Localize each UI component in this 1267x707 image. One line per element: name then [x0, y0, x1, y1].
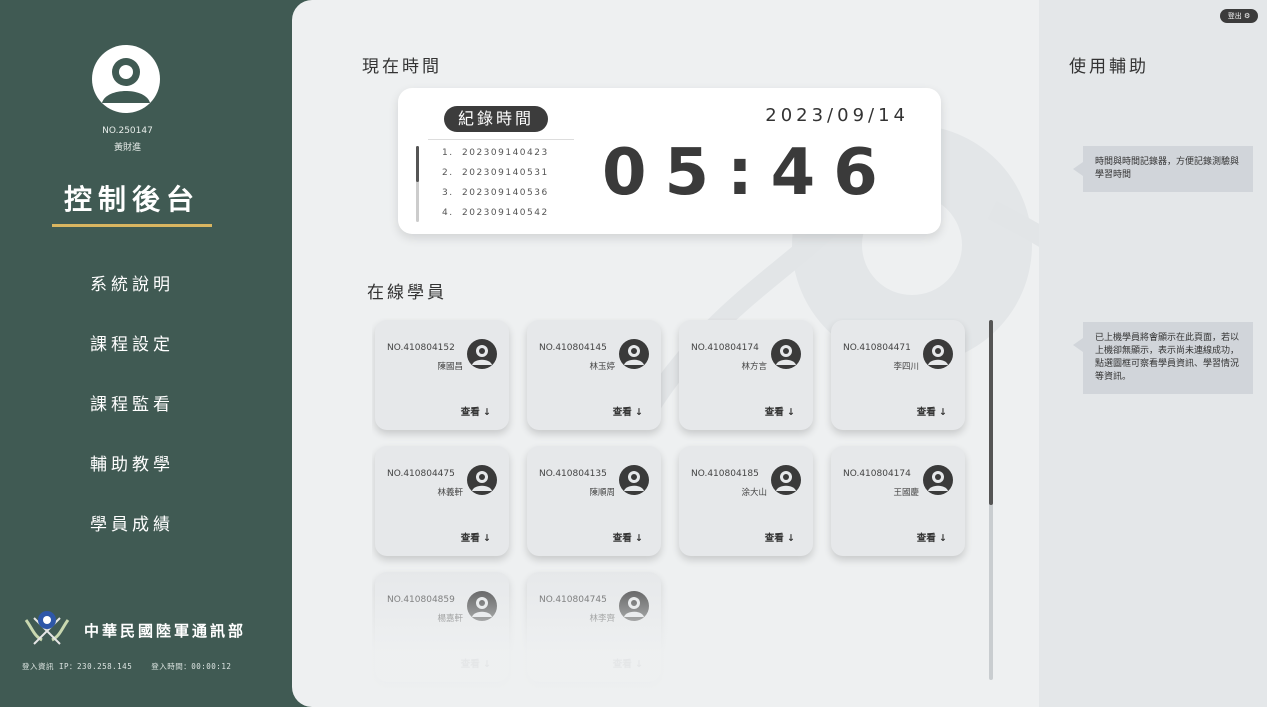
- login-info: 登入資訊 IP：230.258.145 登入時間：00:00:12: [22, 661, 245, 672]
- records-list: 1. 202309140423 2. 202309140531 3. 20230914…: [442, 148, 549, 228]
- sidebar-item-system-guide[interactable]: 系統說明: [52, 258, 212, 318]
- student-name: 王國慶: [893, 488, 919, 498]
- sidebar-item-course-monitor[interactable]: 課程監看: [52, 378, 212, 438]
- student-name: 林方言: [741, 362, 767, 372]
- title-underline: [52, 224, 212, 227]
- student-avatar-icon: [923, 339, 953, 369]
- students-scrollbar-thumb[interactable]: [989, 320, 993, 505]
- sidebar: NO.250147 黃財進 控制後台 系統說明 課程設定 課程監看 輔助教學 學…: [0, 0, 300, 707]
- list-item: 1. 202309140423: [442, 148, 549, 168]
- student-avatar-icon: [467, 591, 497, 621]
- record-value: 202309140542: [462, 208, 549, 218]
- record-index: 4.: [442, 208, 454, 218]
- record-index: 3.: [442, 188, 454, 198]
- login-ip: 登入資訊 IP：230.258.145: [22, 662, 133, 671]
- students-section-title: 在線學員: [367, 283, 447, 303]
- view-button[interactable]: 查看 ↓: [461, 404, 491, 418]
- student-card[interactable]: NO.410804471 李四川查看 ↓: [831, 320, 965, 430]
- list-item: 3. 202309140536: [442, 188, 549, 208]
- students-grid: NO.410804152 陳國昌 查看 ↓ NO.410804145 林玉婷 查看 ↓ NO…: [372, 318, 982, 688]
- student-card[interactable]: NO.410804145 林玉婷查看 ↓: [527, 320, 661, 430]
- student-avatar-icon: [467, 465, 497, 495]
- student-avatar-icon: [467, 339, 497, 369]
- students-scrollbar[interactable]: [989, 320, 993, 680]
- list-item: 2. 202309140531: [442, 168, 549, 188]
- records-scrollbar-thumb[interactable]: [416, 146, 419, 182]
- view-button[interactable]: 查看 ↓: [917, 530, 947, 544]
- student-card[interactable]: NO.410804135 陳順周查看 ↓: [527, 446, 661, 556]
- clock-date: 2023/09/14: [765, 105, 909, 126]
- main-panel: 現在時間 紀錄時間 1. 202309140423 2. 202309140531 …: [292, 0, 1267, 707]
- record-value: 202309140531: [462, 168, 549, 178]
- student-number: NO.410804745: [539, 595, 607, 605]
- record-value: 202309140536: [462, 188, 549, 198]
- student-name: 陳順周: [589, 488, 615, 498]
- student-avatar-icon: [923, 465, 953, 495]
- divider: [428, 139, 574, 140]
- student-number: NO.410804185: [691, 469, 759, 479]
- org-block: 中華民國陸軍通訊部: [22, 610, 246, 650]
- view-button[interactable]: 查看 ↓: [461, 530, 491, 544]
- clock-card: 紀錄時間 1. 202309140423 2. 202309140531 3. 202…: [398, 88, 941, 234]
- student-avatar-icon: [619, 465, 649, 495]
- student-name: 李四川: [893, 362, 919, 372]
- student-number: NO.410804471: [843, 343, 911, 353]
- clock-time: 05:46: [602, 136, 896, 210]
- record-value: 202309140423: [462, 148, 549, 158]
- student-number: NO.410804174: [843, 469, 911, 479]
- help-tip-students: 已上機學員將會顯示在此頁面，若以上機卻無顯示，表示尚未連線成功，點選圖框可察看學…: [1073, 322, 1253, 394]
- login-time: 登入時間：00:00:12: [151, 662, 232, 671]
- list-item: 4. 202309140542: [442, 208, 549, 228]
- student-name: 陳國昌: [437, 362, 463, 372]
- sidebar-nav: 系統說明 課程設定 課程監看 輔助教學 學員成績: [52, 258, 212, 558]
- view-button[interactable]: 查看 ↓: [917, 404, 947, 418]
- student-card[interactable]: NO.410804174 林方言查看 ↓: [679, 320, 813, 430]
- view-button[interactable]: 查看 ↓: [613, 404, 643, 418]
- student-number: NO.410804145: [539, 343, 607, 353]
- logout-button[interactable]: 登出 ⚙: [1220, 9, 1258, 23]
- user-number: NO.250147: [102, 126, 153, 136]
- view-button[interactable]: 查看 ↓: [765, 530, 795, 544]
- clock-section-title: 現在時間: [362, 57, 442, 77]
- records-scrollbar[interactable]: [416, 146, 419, 222]
- student-number: NO.410804859: [387, 595, 455, 605]
- student-number: NO.410804135: [539, 469, 607, 479]
- student-card[interactable]: NO.410804475 林義軒查看 ↓: [375, 446, 509, 556]
- help-title: 使用輔助: [1069, 57, 1149, 77]
- student-card[interactable]: NO.410804745 林李齊查看 ↓: [527, 572, 661, 682]
- student-name: 林義軒: [437, 488, 463, 498]
- record-index: 1.: [442, 148, 454, 158]
- console-title: 控制後台: [63, 183, 200, 216]
- view-button[interactable]: 查看 ↓: [765, 404, 795, 418]
- student-name: 林玉婷: [589, 362, 615, 372]
- record-time-badge[interactable]: 紀錄時間: [444, 106, 548, 132]
- student-name: 林李齊: [589, 614, 615, 624]
- view-button[interactable]: 查看 ↓: [613, 530, 643, 544]
- user-avatar-icon: [92, 45, 160, 113]
- user-name: 黃財進: [113, 143, 141, 153]
- emblem-icon: [22, 608, 72, 652]
- student-name: 楊嘉軒: [437, 614, 463, 624]
- view-button[interactable]: 查看 ↓: [613, 656, 643, 670]
- student-card[interactable]: NO.410804174 王國慶查看 ↓: [831, 446, 965, 556]
- student-card[interactable]: NO.410804152 陳國昌查看 ↓: [375, 320, 509, 430]
- view-button[interactable]: 查看 ↓: [461, 656, 491, 670]
- help-panel: 使用輔助 時間與時間記錄器，方便記錄測驗與學習時間 已上機學員將會顯示在此頁面，…: [1039, 0, 1267, 707]
- student-number: NO.410804475: [387, 469, 455, 479]
- student-avatar-icon: [619, 591, 649, 621]
- student-avatar-icon: [619, 339, 649, 369]
- student-avatar-icon: [771, 465, 801, 495]
- student-name: 涂大山: [741, 488, 767, 498]
- student-card[interactable]: NO.410804185 涂大山查看 ↓: [679, 446, 813, 556]
- student-avatar-icon: [771, 339, 801, 369]
- record-index: 2.: [442, 168, 454, 178]
- student-card[interactable]: NO.410804859 楊嘉軒查看 ↓: [375, 572, 509, 682]
- student-number: NO.410804152: [387, 343, 455, 353]
- sidebar-item-student-grades[interactable]: 學員成績: [52, 498, 212, 558]
- sidebar-item-course-settings[interactable]: 課程設定: [52, 318, 212, 378]
- org-name: 中華民國陸軍通訊部: [84, 621, 247, 640]
- sidebar-item-assist-teaching[interactable]: 輔助教學: [52, 438, 212, 498]
- student-number: NO.410804174: [691, 343, 759, 353]
- help-tip-clock: 時間與時間記錄器，方便記錄測驗與學習時間: [1073, 146, 1253, 192]
